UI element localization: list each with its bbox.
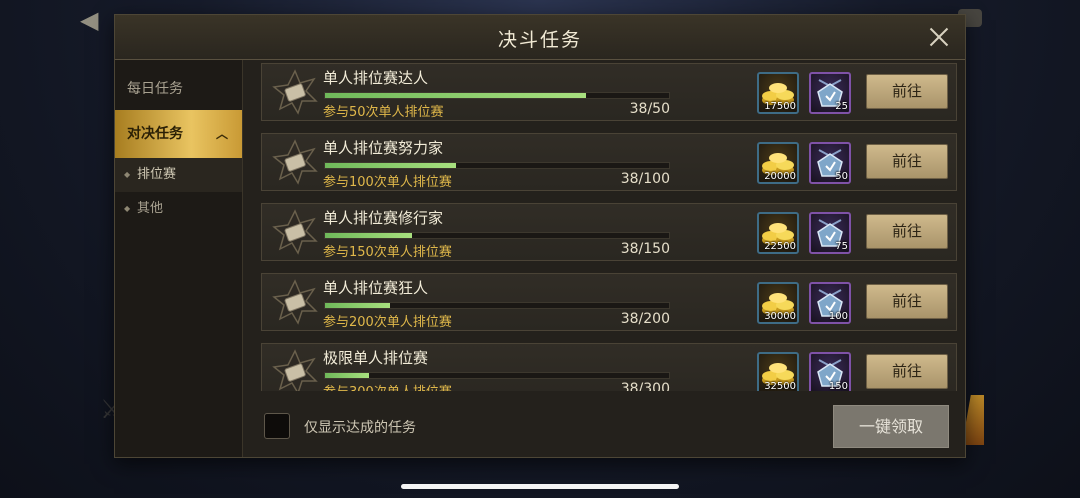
task-scroll-icon: [272, 349, 318, 391]
sidebar-subitem-label: 排位赛: [137, 167, 177, 182]
task-progress-fill: [325, 163, 456, 168]
back-arrow-icon: ◀: [80, 6, 99, 34]
sidebar: 每日任务 对决任务 ︿ ◆ 排位赛 ◆ 其他: [115, 60, 243, 457]
task-name: 单人排位赛努力家: [323, 139, 444, 157]
task-name: 单人排位赛达人: [323, 69, 429, 87]
reward-gem-amount: 75: [835, 241, 848, 252]
task-progress-bar: [324, 372, 670, 379]
task-list[interactable]: 单人排位赛达人 参与50次单人排位赛 38/50 17500 25 前往 单人排…: [261, 63, 958, 391]
reward-gem[interactable]: 50: [809, 142, 851, 184]
reward-gem[interactable]: 75: [809, 212, 851, 254]
task-row: 单人排位赛努力家 参与100次单人排位赛 38/100 20000 50 前往: [261, 133, 957, 191]
reward-gold-amount: 32500: [764, 381, 796, 391]
diamond-bullet-icon: ◆: [124, 204, 131, 213]
reward-gem[interactable]: 100: [809, 282, 851, 324]
go-button[interactable]: 前往: [866, 354, 948, 389]
task-name: 单人排位赛修行家: [323, 209, 444, 227]
sidebar-subitem-ranked[interactable]: ◆ 排位赛: [115, 158, 242, 192]
reward-gem-amount: 100: [828, 311, 848, 322]
task-progress-fill: [325, 233, 413, 238]
sidebar-item-duel-tasks[interactable]: 对决任务 ︿: [115, 110, 242, 158]
task-progress-bar: [324, 232, 670, 239]
duel-tasks-dialog: 决斗任务 每日任务 对决任务 ︿ ◆ 排位赛 ◆ 其他 单人排位赛达人 参与50…: [114, 14, 966, 458]
reward-gold[interactable]: 17500: [757, 72, 799, 114]
reward-gold-amount: 30000: [764, 311, 796, 322]
sidebar-item-label: 对决任务: [127, 126, 183, 142]
task-scroll-icon: [272, 209, 318, 255]
task-progress-count: 38/150: [620, 241, 670, 257]
close-icon[interactable]: [925, 23, 953, 51]
task-row: 单人排位赛达人 参与50次单人排位赛 38/50 17500 25 前往: [261, 63, 957, 121]
task-name: 单人排位赛狂人: [323, 279, 429, 297]
reward-gem-amount: 150: [828, 381, 848, 391]
chevron-up-icon: ︿: [215, 127, 228, 141]
task-progress-count: 38/100: [620, 171, 670, 187]
dialog-titlebar: 决斗任务: [115, 15, 965, 60]
task-progress-bar: [324, 92, 670, 99]
home-indicator[interactable]: [401, 484, 679, 489]
task-description: 参与200次单人排位赛: [323, 315, 452, 330]
task-row: 单人排位赛修行家 参与150次单人排位赛 38/150 22500 75 前往: [261, 203, 957, 261]
reward-gem-amount: 50: [835, 171, 848, 182]
task-row: 单人排位赛狂人 参与200次单人排位赛 38/200 30000 100 前往: [261, 273, 957, 331]
task-progress-bar: [324, 302, 670, 309]
reward-gold[interactable]: 30000: [757, 282, 799, 324]
sidebar-subitem-other[interactable]: ◆ 其他: [115, 192, 242, 226]
go-button[interactable]: 前往: [866, 214, 948, 249]
reward-gold[interactable]: 32500: [757, 352, 799, 391]
task-description: 参与50次单人排位赛: [323, 105, 444, 120]
reward-gem-amount: 25: [835, 101, 848, 112]
sidebar-item-label: 每日任务: [127, 81, 183, 97]
task-scroll-icon: [272, 69, 318, 115]
task-progress-fill: [325, 303, 391, 308]
task-description: 参与300次单人排位赛: [323, 381, 452, 391]
task-progress-count: 38/200: [620, 311, 670, 327]
show-completed-label: 仅显示达成的任务: [304, 420, 416, 436]
task-description: 参与100次单人排位赛: [323, 175, 452, 190]
diamond-bullet-icon: ◆: [124, 170, 131, 179]
reward-gold[interactable]: 22500: [757, 212, 799, 254]
sidebar-subitem-label: 其他: [137, 201, 164, 216]
task-scroll-icon: [272, 139, 318, 185]
task-progress-fill: [325, 373, 369, 378]
task-description: 参与150次单人排位赛: [323, 245, 452, 260]
go-button[interactable]: 前往: [866, 144, 948, 179]
reward-gem[interactable]: 25: [809, 72, 851, 114]
task-row: 极限单人排位赛 参与300次单人排位赛 38/300 32500 150: [261, 343, 957, 391]
task-progress-fill: [325, 93, 587, 98]
reward-gold-amount: 22500: [764, 241, 796, 252]
show-completed-checkbox[interactable]: [264, 413, 290, 439]
task-progress-count: 38/50: [629, 101, 670, 117]
dialog-title: 决斗任务: [497, 29, 582, 51]
sidebar-item-daily-tasks[interactable]: 每日任务: [115, 74, 242, 104]
task-scroll-icon: [272, 279, 318, 325]
go-button[interactable]: 前往: [866, 74, 948, 109]
task-name: 极限单人排位赛: [323, 349, 429, 367]
go-button[interactable]: 前往: [866, 284, 948, 319]
task-progress-count: 38/300: [620, 381, 670, 391]
claim-all-button[interactable]: 一键领取: [833, 405, 949, 448]
reward-gold-amount: 17500: [764, 101, 796, 112]
task-progress-bar: [324, 162, 670, 169]
reward-gold[interactable]: 20000: [757, 142, 799, 184]
reward-gold-amount: 20000: [764, 171, 796, 182]
reward-gem[interactable]: 150: [809, 352, 851, 391]
